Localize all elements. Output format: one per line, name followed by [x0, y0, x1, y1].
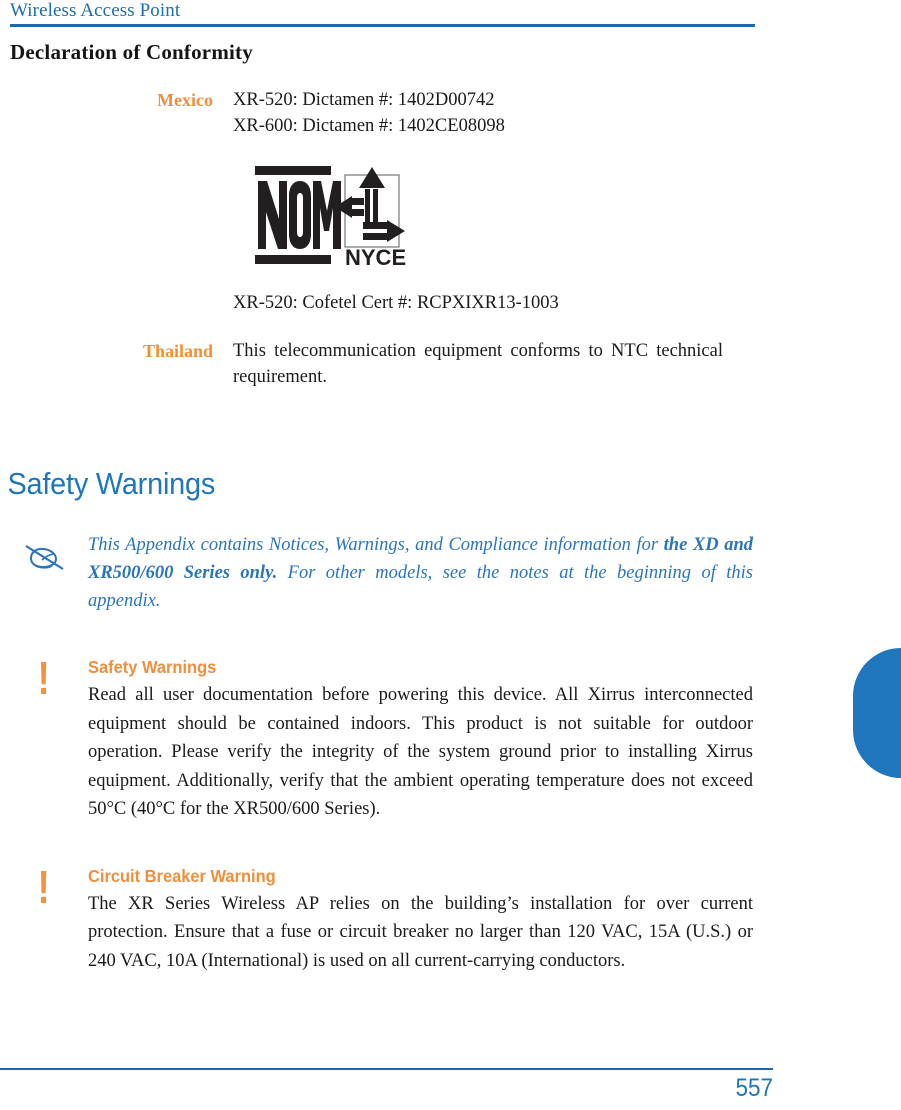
page-header: Wireless Access Point: [10, 0, 755, 27]
page-number: 557: [735, 1074, 773, 1102]
warning-title-safety: Safety Warnings: [88, 657, 217, 677]
header-divider: [10, 24, 755, 27]
country-label-mexico: Mexico: [157, 90, 213, 110]
conformity-row-thailand: Thailand This telecommunication equipmen…: [0, 338, 901, 390]
page-content: Declaration of Conformity Mexico XR-520:…: [0, 40, 901, 975]
warning-callout-body-2: Circuit Breaker Warning The XR Series Wi…: [88, 866, 753, 976]
note-text-part1: This Appendix contains Notices, Warnings…: [88, 535, 664, 555]
warning-callout-body-1: Safety Warnings Read all user documentat…: [88, 657, 753, 824]
dictamen-line-xr520: XR-520: Dictamen #: 1402D00742: [233, 90, 495, 110]
exclamation-icon: !: [37, 652, 51, 704]
country-body-cofetel: XR-520: Cofetel Cert #: RCPXIXR13-1003: [233, 290, 723, 316]
nom-nyce-logo-wrap: NYCE: [0, 163, 901, 268]
warning-icon-gutter-1: !: [0, 652, 88, 704]
exclamation-icon: !: [37, 860, 51, 913]
running-header-title: Wireless Access Point: [10, 0, 181, 21]
warning-callout-circuit-breaker: ! Circuit Breaker Warning The XR Series …: [0, 860, 901, 976]
country-body-thailand: This telecommunication equipment conform…: [233, 341, 723, 387]
warning-callout-safety: ! Safety Warnings Read all user document…: [0, 652, 901, 824]
safety-warnings-section-heading: Safety Warnings: [7, 466, 216, 501]
conformity-row-mexico: Mexico XR-520: Dictamen #: 1402D00742 XR…: [0, 87, 901, 139]
warning-text-safety: Read all user documentation before power…: [88, 685, 753, 819]
country-label-thailand: Thailand: [142, 341, 213, 361]
warning-text-circuit-breaker: The XR Series Wireless AP relies on the …: [88, 893, 753, 971]
dictamen-line-xr600: XR-600: Dictamen #: 1402CE08098: [233, 116, 505, 136]
note-callout: This Appendix contains Notices, Warnings…: [0, 531, 901, 615]
note-text: This Appendix contains Notices, Warnings…: [88, 531, 753, 615]
nyce-wordmark: NYCE: [345, 245, 406, 268]
cofetel-cert-line: XR-520: Cofetel Cert #: RCPXIXR13-1003: [233, 293, 559, 313]
note-pen-icon: [25, 545, 64, 570]
note-icon-gutter: [0, 531, 88, 575]
country-body-mexico: XR-520: Dictamen #: 1402D00742 XR-600: D…: [233, 87, 723, 139]
warning-icon-gutter-2: !: [0, 860, 88, 913]
note-callout-body: This Appendix contains Notices, Warnings…: [88, 531, 753, 615]
conformity-row-cofetel: XR-520: Cofetel Cert #: RCPXIXR13-1003: [0, 290, 901, 316]
page-footer: 557: [0, 1068, 901, 1103]
declaration-of-conformity-title: Declaration of Conformity: [10, 40, 253, 64]
country-label-blank: [0, 290, 233, 316]
nom-nyce-logo: NYCE: [255, 166, 406, 268]
warning-title-circuit-breaker: Circuit Breaker Warning: [88, 865, 276, 886]
